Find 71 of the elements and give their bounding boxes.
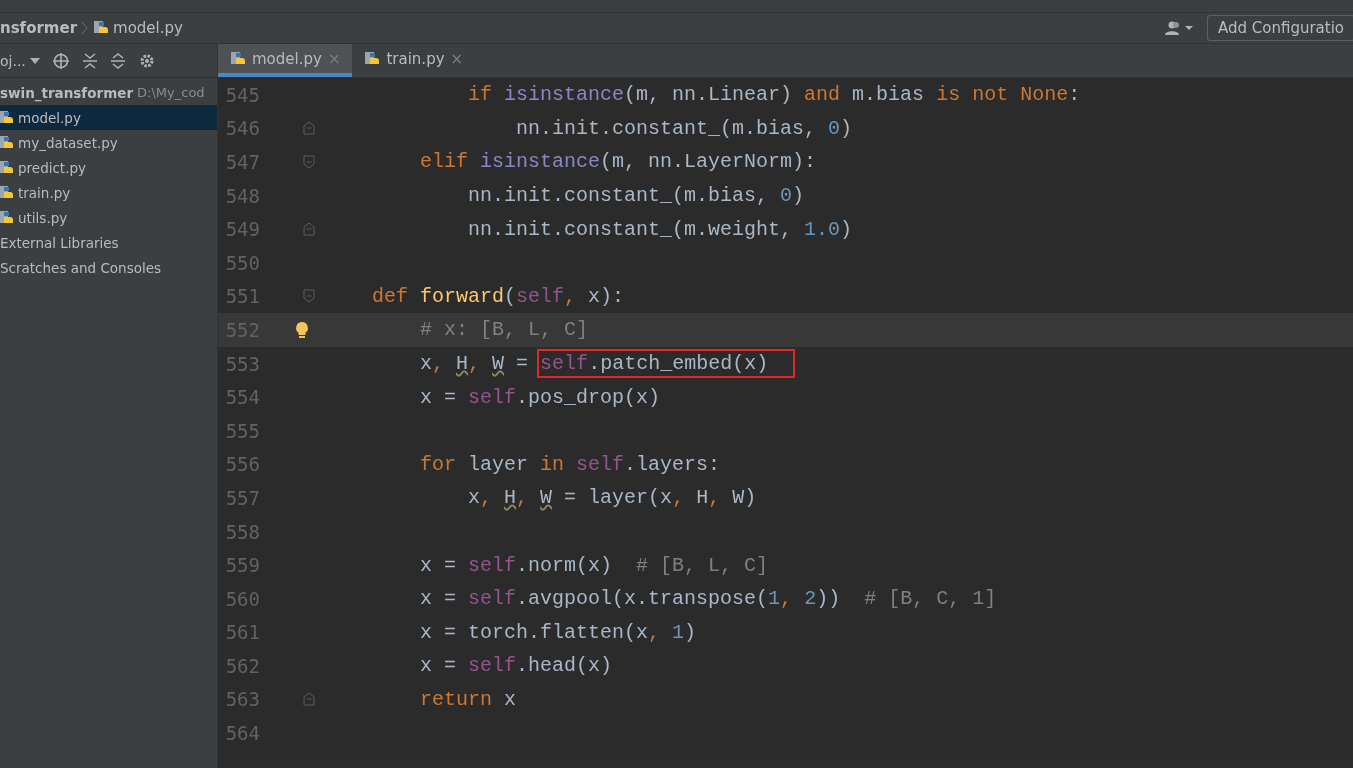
line-number: 554 xyxy=(224,386,260,409)
line-number: 563 xyxy=(224,688,260,711)
code-line: elif isinstance(m, nn.LayerNorm): xyxy=(419,150,817,174)
line-number: 559 xyxy=(224,554,260,577)
dropdown-caret-icon[interactable] xyxy=(29,57,40,64)
line-number: 545 xyxy=(224,83,260,106)
project-view-selector[interactable]: oj... xyxy=(0,52,26,69)
python-file-icon xyxy=(364,50,381,67)
tree-item[interactable]: model.py xyxy=(0,105,217,130)
tab-label: train.py xyxy=(386,49,445,68)
line-number: 549 xyxy=(224,218,260,241)
python-file-icon xyxy=(93,20,110,36)
code-line: def forward(self, x): xyxy=(371,284,625,308)
line-number: 547 xyxy=(224,151,260,173)
editor-tab[interactable]: train.py × xyxy=(352,44,476,77)
line-number: 564 xyxy=(224,722,260,745)
python-file-icon xyxy=(0,109,14,126)
line-number: 550 xyxy=(224,251,260,274)
code-line: nn.init.constant_(m.bias, 0) xyxy=(515,116,853,140)
tree-item[interactable]: swin_transformer D:\My_cod xyxy=(0,80,217,105)
breadcrumb[interactable]: nsformer xyxy=(0,19,78,37)
code-line: nn.init.constant_(m.bias, 0) xyxy=(467,184,805,208)
tree-item[interactable]: Scratches and Consoles xyxy=(0,255,217,280)
collapse-all-icon[interactable] xyxy=(109,51,126,70)
python-file-icon xyxy=(230,50,246,67)
code-line: x = torch.flatten(x, 1) xyxy=(419,620,697,644)
editor-tab[interactable]: model.py × xyxy=(218,44,353,77)
add-configuration-button[interactable]: Add Configuratio xyxy=(1206,15,1353,41)
line-number: 557 xyxy=(224,486,260,509)
fold-marker-icon[interactable] xyxy=(303,222,315,237)
code-line: x, H, W = self.patch_embed(x) xyxy=(324,352,793,376)
line-number: 551 xyxy=(224,285,260,308)
tree-item[interactable]: my_dataset.py xyxy=(0,130,217,155)
code-line: nn.init.constant_(m.weight, 1.0) xyxy=(467,217,853,241)
python-file-icon xyxy=(0,134,14,151)
line-number: 548 xyxy=(224,184,260,207)
users-dropdown-icon[interactable] xyxy=(1162,20,1195,36)
code-line: x = self.avgpool(x.transpose(1, 2)) # [B, C, 1] xyxy=(419,587,997,611)
breadcrumb[interactable]: model.py xyxy=(113,19,183,37)
code-line: x = self.head(x) xyxy=(419,654,613,678)
code-line: for layer in self.layers: xyxy=(419,452,721,476)
line-number: 556 xyxy=(224,453,260,476)
python-file-icon xyxy=(0,184,14,201)
chevron-icon xyxy=(81,21,90,35)
code-line: # x: [B, L, C] xyxy=(419,318,589,342)
code-line: x = self.norm(x) # [B, L, C] xyxy=(419,553,769,577)
line-number: 558 xyxy=(224,520,260,543)
fold-marker-icon[interactable] xyxy=(303,692,315,707)
tree-item[interactable]: predict.py xyxy=(0,155,217,180)
fold-marker-icon[interactable] xyxy=(303,289,315,304)
tab-label: model.py xyxy=(252,49,322,68)
line-number: 561 xyxy=(224,621,260,644)
fold-marker-icon[interactable] xyxy=(303,121,315,136)
line-number: 553 xyxy=(224,352,260,375)
code-line: x, H, W = layer(x, H, W) xyxy=(467,486,757,510)
line-number: 546 xyxy=(224,117,260,140)
python-file-icon xyxy=(0,159,14,176)
lightbulb-icon[interactable] xyxy=(295,320,309,339)
line-number: 560 xyxy=(224,587,260,610)
code-line: x = self.pos_drop(x) xyxy=(419,385,661,409)
code-line: if isinstance(m, nn.Linear) and m.bias is not None: xyxy=(467,83,1081,107)
code-line: return x xyxy=(419,688,517,711)
tree-item[interactable]: External Libraries xyxy=(0,230,217,255)
fold-marker-icon[interactable] xyxy=(303,155,315,169)
tree-item[interactable]: train.py xyxy=(0,180,217,205)
python-file-icon xyxy=(0,209,14,226)
crosshair-icon[interactable] xyxy=(51,51,70,70)
expand-all-icon[interactable] xyxy=(81,51,98,70)
line-number: 562 xyxy=(224,654,260,677)
line-number: 555 xyxy=(224,419,260,442)
tree-item[interactable]: utils.py xyxy=(0,205,217,230)
